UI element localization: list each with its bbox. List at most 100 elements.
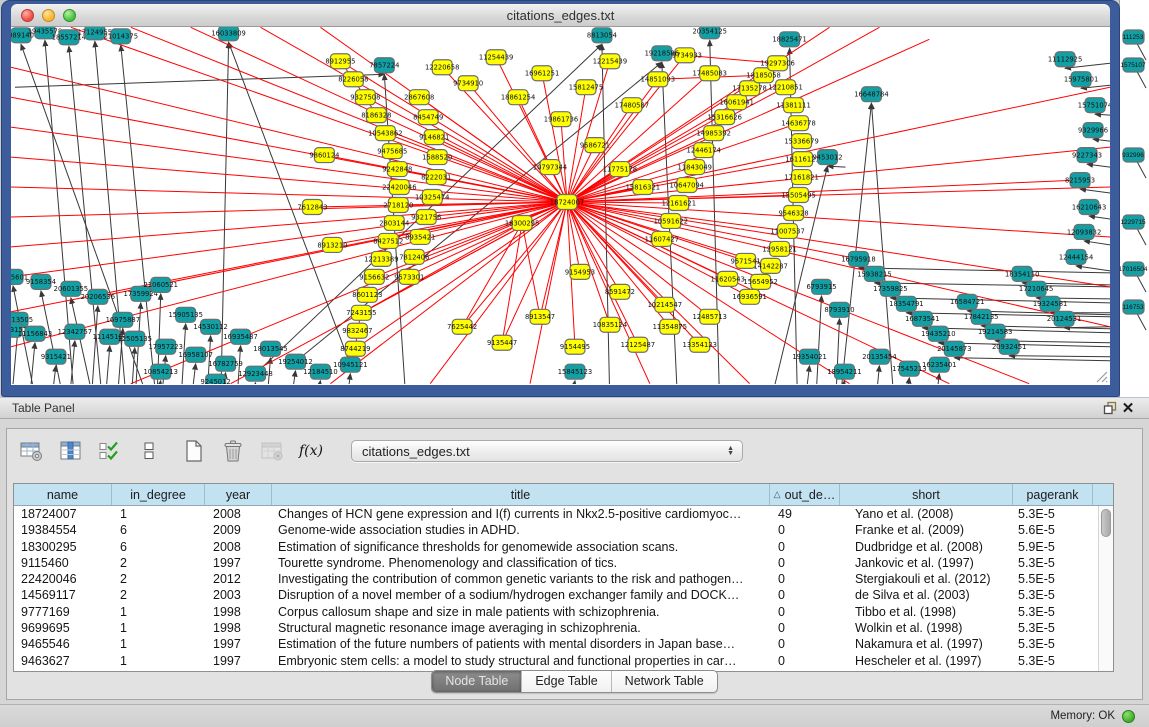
table-row[interactable]: 1456911722003Disruption of a novel membe… [14,587,1113,603]
tab-network-table[interactable]: Network Table [612,671,717,692]
table-cell[interactable]: Estimation of the future numbers of pati… [272,636,770,652]
table-cell[interactable]: 18300295 [14,539,112,555]
table-cell[interactable]: 0 [770,539,840,555]
table-cell[interactable]: Embryonic stem cells: a model to study s… [272,653,770,669]
table-cell[interactable]: 2 [112,587,205,603]
table-cell[interactable]: 9699695 [14,620,112,636]
table-cell[interactable]: Structural magnetic resonance image aver… [272,620,770,636]
table-cell[interactable]: 19384554 [14,522,112,538]
table-cell[interactable]: Tourette syndrome. Phenomenology and cla… [272,555,770,571]
table-cell[interactable]: Genome-wide association studies in ADHD. [272,522,770,538]
close-panel-button[interactable]: ✕ [1119,399,1137,417]
column-header-out_de[interactable]: △out_de… [770,484,840,505]
table-cell[interactable]: 0 [770,555,840,571]
function-builder-button[interactable]: f(x) [298,438,324,464]
table-cell[interactable]: 0 [770,653,840,669]
new-table-button[interactable] [181,438,207,464]
table-cell[interactable]: Nakamura et al. (1997) [840,636,1013,652]
table-cell[interactable]: 0 [770,571,840,587]
table-row[interactable]: 1938455462009Genome-wide association stu… [14,522,1113,538]
scrollbar-thumb[interactable] [1101,509,1111,537]
column-header-in_degree[interactable]: in_degree [112,484,205,505]
table-cell[interactable]: 5.3E-5 [1013,636,1093,652]
column-header-name[interactable]: name [14,484,112,505]
table-cell[interactable]: Investigating the contribution of common… [272,571,770,587]
resize-grip[interactable] [1094,369,1108,383]
table-selector-dropdown[interactable]: citations_edges.txt ▲▼ [351,440,743,462]
table-cell[interactable]: 2008 [205,506,272,522]
table-cell[interactable]: Stergiakouli et al. (2012) [840,571,1013,587]
minimize-window-button[interactable] [42,9,55,22]
citation-network-graph[interactable]: 1872400718300295891295582260589327508818… [11,27,1110,384]
table-cell[interactable]: Disruption of a novel member of a sodium… [272,587,770,603]
float-panel-button[interactable] [1101,399,1119,417]
table-cell[interactable]: Wolkin et al. (1998) [840,620,1013,636]
table-cell[interactable]: 49 [770,506,840,522]
row-height-button[interactable] [136,438,162,464]
table-cell[interactable]: 14569117 [14,587,112,603]
table-cell[interactable]: 22420046 [14,571,112,587]
table-cell[interactable]: 5.3E-5 [1013,604,1093,620]
table-cell[interactable]: Dudbridge et al. (2008) [840,539,1013,555]
table-cell[interactable]: 9465546 [14,636,112,652]
table-scrollbar[interactable] [1098,506,1113,671]
table-cell[interactable]: 0 [770,587,840,603]
table-cell[interactable]: 9463627 [14,653,112,669]
network-canvas[interactable]: 1872400718300295891295582260589327508818… [11,27,1110,385]
table-row[interactable]: 946554611997Estimation of the future num… [14,636,1113,652]
table-row[interactable]: 969969511998Structural magnetic resonanc… [14,620,1113,636]
table-cell[interactable]: 5.3E-5 [1013,587,1093,603]
table-cell[interactable]: 9777169 [14,604,112,620]
table-cell[interactable]: 1997 [205,653,272,669]
tab-edge-table[interactable]: Edge Table [522,671,611,692]
table-cell[interactable]: 5.3E-5 [1013,653,1093,669]
column-header-year[interactable]: year [205,484,272,505]
table-cell[interactable]: 5.9E-5 [1013,539,1093,555]
table-cell[interactable]: 5.6E-5 [1013,522,1093,538]
table-cell[interactable]: Jankovic et al. (1997) [840,555,1013,571]
close-window-button[interactable] [21,9,34,22]
table-cell[interactable]: 6 [112,539,205,555]
table-cell[interactable]: 2012 [205,571,272,587]
window-titlebar[interactable]: citations_edges.txt [11,4,1110,27]
table-cell[interactable]: 1998 [205,620,272,636]
tab-node-table[interactable]: Node Table [432,671,522,692]
table-cell[interactable]: 5.3E-5 [1013,620,1093,636]
table-cell[interactable]: 1 [112,653,205,669]
memory-status-label[interactable]: Memory: OK [1050,710,1115,722]
column-header-pagerank[interactable]: pagerank [1013,484,1093,505]
table-cell[interactable]: 2008 [205,539,272,555]
table-cell[interactable]: Franke et al. (2009) [840,522,1013,538]
select-column-button[interactable] [58,438,84,464]
table-cell[interactable]: 1 [112,604,205,620]
table-cell[interactable]: Tibbo et al. (1998) [840,604,1013,620]
table-cell[interactable]: Changes of HCN gene expression and I(f) … [272,506,770,522]
table-cell[interactable]: 2 [112,555,205,571]
table-cell[interactable]: Estimation of significance thresholds fo… [272,539,770,555]
table-cell[interactable]: 18724007 [14,506,112,522]
table-row[interactable]: 977716911998Corpus callosum shape and si… [14,604,1113,620]
table-cell[interactable]: 0 [770,522,840,538]
table-cell[interactable]: 1 [112,506,205,522]
table-cell[interactable]: 1997 [205,555,272,571]
table-cell[interactable]: 0 [770,620,840,636]
table-cell[interactable]: 9115460 [14,555,112,571]
memory-status-indicator[interactable] [1122,710,1135,723]
zoom-window-button[interactable] [63,9,76,22]
table-cell[interactable]: 2003 [205,587,272,603]
table-cell[interactable]: de Silva et al. (2003) [840,587,1013,603]
delete-rows-button[interactable] [220,438,246,464]
table-row[interactable]: 1830029562008Estimation of significance … [14,539,1113,555]
table-cell[interactable]: 1 [112,636,205,652]
table-row[interactable]: 911546021997Tourette syndrome. Phenomeno… [14,555,1113,571]
table-cell[interactable]: 0 [770,604,840,620]
table-row[interactable]: 2242004622012Investigating the contribut… [14,571,1113,587]
table-cell[interactable]: 6 [112,522,205,538]
table-row[interactable]: 946362711997Embryonic stem cells: a mode… [14,653,1113,669]
table-cell[interactable]: 2 [112,571,205,587]
table-cell[interactable]: 5.5E-5 [1013,571,1093,587]
table-cell[interactable]: 1997 [205,636,272,652]
table-cell[interactable]: 0 [770,636,840,652]
table-cell[interactable]: 2009 [205,522,272,538]
table-cell[interactable]: Corpus callosum shape and size in male p… [272,604,770,620]
